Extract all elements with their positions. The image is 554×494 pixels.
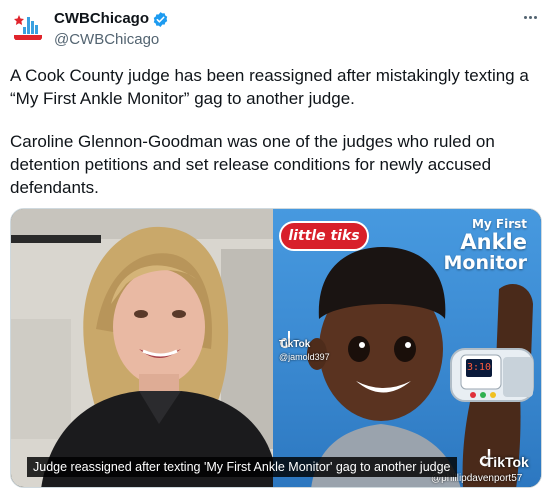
avatar[interactable] xyxy=(10,9,46,45)
brand-badge-label: little tiks xyxy=(288,228,360,244)
tweet-text: A Cook County judge has been reassigned … xyxy=(10,64,540,199)
tweet[interactable]: CWBChicago @CWBChicago A Cook County jud… xyxy=(0,0,554,494)
cwb-logo-icon xyxy=(10,9,46,45)
author-handle[interactable]: @CWBChicago xyxy=(54,31,159,49)
box-title-line: Monitor xyxy=(443,252,527,274)
display-name[interactable]: CWBChicago xyxy=(54,10,149,28)
tweet-paragraph: Caroline Glennon-Goodman was one of the … xyxy=(10,132,495,197)
tiktok-label: TikTok xyxy=(485,454,529,470)
tiktok-label: TikTok xyxy=(279,339,311,350)
video-caption: Judge reassigned after texting 'My First… xyxy=(27,457,457,477)
tweet-media[interactable]: little tiks My First Ankle Monitor 3:10 … xyxy=(10,208,542,488)
brand-badge: little tiks xyxy=(279,221,369,251)
box-title-line: My First xyxy=(471,217,527,231)
tweet-paragraph: A Cook County judge has been reassigned … xyxy=(10,66,529,108)
author-name-row[interactable]: CWBChicago xyxy=(54,10,169,28)
more-options-icon[interactable] xyxy=(518,8,542,26)
box-title: My First Ankle Monitor xyxy=(443,217,527,274)
verified-badge-icon xyxy=(152,11,169,28)
box-title-line: Ankle xyxy=(460,230,527,254)
tiktok-user: @jamold397 xyxy=(279,352,330,362)
tiktok-watermark: TikTok @jamold397 xyxy=(279,339,330,363)
watch-display: 3:10 xyxy=(466,359,492,377)
